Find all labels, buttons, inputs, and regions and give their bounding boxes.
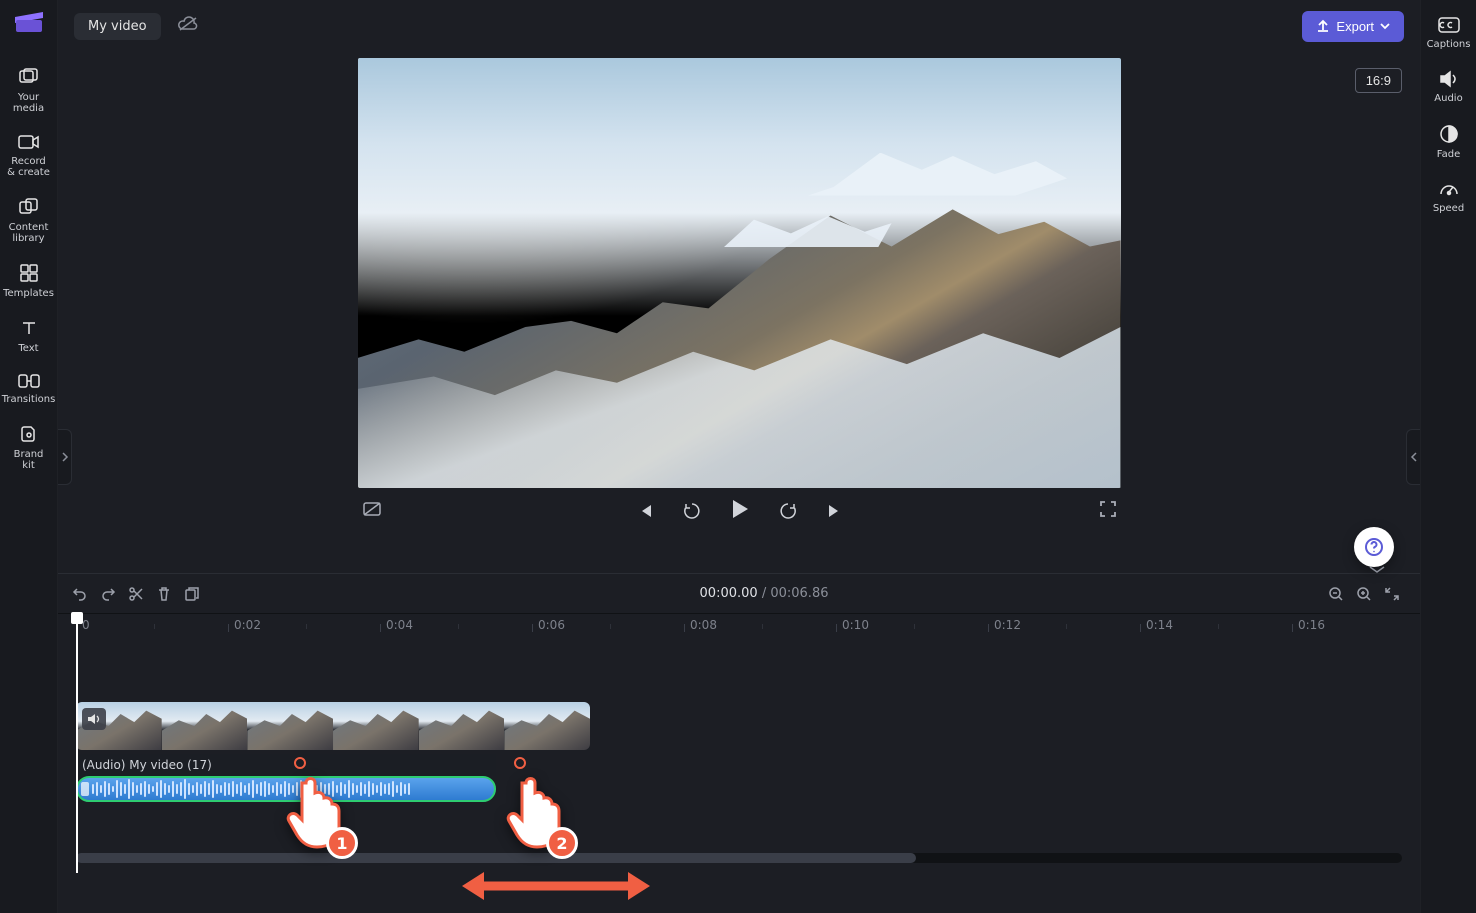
sidebar-item-label: Content library: [7, 222, 51, 244]
captions-icon: [1438, 16, 1460, 34]
timeline[interactable]: 0 0:02 0:04 0:06 0:08 0:10 0:12 0:14 0:16 (Audio…: [58, 613, 1420, 913]
zoom-out-button[interactable]: [1322, 580, 1350, 608]
question-icon: [1364, 537, 1384, 557]
seek-forward-button[interactable]: [778, 501, 798, 521]
chevron-left-icon: [1410, 451, 1418, 463]
transitions-icon: [18, 374, 40, 388]
preview-area: 16:9: [58, 52, 1420, 573]
split-button[interactable]: [122, 580, 150, 608]
left-rail: Your media Record & create Content libra…: [0, 0, 58, 913]
duplicate-button[interactable]: [178, 580, 206, 608]
safe-zone-toggle[interactable]: [362, 501, 382, 521]
ruler-tick: 0:04: [386, 618, 413, 632]
ruler-tick: 0:08: [690, 618, 717, 632]
main-area: My video Export 16:9: [58, 0, 1420, 913]
topbar: My video Export: [58, 0, 1420, 52]
fade-icon: [1439, 124, 1459, 144]
sidebar-item-content-library[interactable]: Content library: [5, 190, 53, 256]
audio-clip-label: (Audio) My video (17): [76, 754, 496, 776]
right-item-captions[interactable]: Captions: [1425, 8, 1473, 62]
right-item-audio[interactable]: Audio: [1425, 62, 1473, 116]
chevron-down-icon: [1380, 22, 1390, 30]
ruler-tick: 0:10: [842, 618, 869, 632]
timeline-scroll-thumb[interactable]: [76, 853, 916, 863]
sidebar-item-label: Brand kit: [7, 449, 51, 471]
audio-clip[interactable]: [76, 776, 496, 802]
sidebar-item-your-media[interactable]: Your media: [5, 60, 53, 126]
library-icon: [19, 198, 39, 216]
ruler-tick: 0:16: [1298, 618, 1325, 632]
sidebar-item-record-create[interactable]: Record & create: [5, 126, 53, 190]
play-button[interactable]: [730, 498, 750, 524]
ruler-tick: 0:02: [234, 618, 261, 632]
timeline-toolbar: 00:00.00 / 00:06.86: [58, 573, 1420, 613]
sidebar-item-label: Your media: [7, 92, 51, 114]
ruler-tick: 0: [82, 618, 90, 632]
cloud-sync-icon[interactable]: [177, 16, 199, 36]
video-clip[interactable]: [76, 702, 590, 750]
project-title-input[interactable]: My video: [74, 13, 161, 40]
zoom-in-button[interactable]: [1350, 580, 1378, 608]
export-button[interactable]: Export: [1302, 11, 1404, 42]
sidebar-item-brand-kit[interactable]: Brand kit: [5, 417, 53, 483]
undo-button[interactable]: [66, 580, 94, 608]
timeline-scrollbar[interactable]: [76, 853, 1402, 863]
audio-track: (Audio) My video (17): [76, 754, 496, 802]
media-icon: [19, 68, 39, 86]
collapse-preview-button[interactable]: [1368, 560, 1386, 579]
redo-button[interactable]: [94, 580, 122, 608]
seek-back-button[interactable]: [682, 501, 702, 521]
right-rail: Captions Audio Fade Speed: [1420, 0, 1476, 913]
clip-audio-icon[interactable]: [82, 708, 106, 730]
playhead[interactable]: [76, 614, 78, 873]
sidebar-item-label: Transitions: [2, 394, 56, 405]
right-item-label: Fade: [1437, 149, 1460, 160]
ruler-tick: 0:14: [1146, 618, 1173, 632]
right-item-speed[interactable]: Speed: [1425, 172, 1473, 226]
timecode-duration: 00:06.86: [770, 586, 828, 601]
app-logo[interactable]: [13, 8, 45, 34]
fit-timeline-button[interactable]: [1378, 580, 1406, 608]
sidebar-item-transitions[interactable]: Transitions: [5, 366, 53, 417]
timecode-display: 00:00.00 / 00:06.86: [700, 586, 829, 601]
right-item-label: Audio: [1434, 93, 1462, 104]
aspect-ratio-button[interactable]: 16:9: [1355, 68, 1402, 93]
skip-back-button[interactable]: [636, 503, 654, 519]
fullscreen-button[interactable]: [1099, 500, 1117, 522]
playback-controls: [358, 488, 1121, 538]
text-icon: [20, 319, 38, 337]
right-item-label: Captions: [1427, 39, 1471, 50]
templates-icon: [20, 264, 38, 282]
sidebar-item-label: Record & create: [7, 156, 51, 178]
audio-waveform: [92, 781, 488, 797]
sidebar-item-label: Text: [18, 343, 38, 354]
delete-button[interactable]: [150, 580, 178, 608]
ruler-tick: 0:06: [538, 618, 565, 632]
speed-icon: [1439, 180, 1459, 198]
tutorial-drag-arrow: [456, 868, 656, 904]
upload-icon: [1316, 19, 1330, 33]
preview-image: [358, 58, 1121, 488]
ruler-tick: 0:12: [994, 618, 1021, 632]
right-rail-toggle[interactable]: [1406, 429, 1420, 485]
sidebar-item-text[interactable]: Text: [5, 311, 53, 366]
timeline-ruler[interactable]: 0 0:02 0:04 0:06 0:08 0:10 0:12 0:14 0:16: [76, 614, 1402, 648]
sidebar-item-templates[interactable]: Templates: [5, 256, 53, 311]
preview-frame[interactable]: [358, 58, 1121, 488]
right-item-fade[interactable]: Fade: [1425, 116, 1473, 172]
right-item-label: Speed: [1433, 203, 1464, 214]
sidebar-item-label: Templates: [3, 288, 54, 299]
audio-icon: [1439, 70, 1459, 88]
camera-icon: [18, 134, 40, 150]
brandkit-icon: [20, 425, 38, 443]
audio-clip-left-handle[interactable]: [81, 782, 89, 796]
timecode-current: 00:00.00: [700, 586, 758, 601]
skip-forward-button[interactable]: [826, 503, 844, 519]
export-label: Export: [1336, 19, 1374, 34]
